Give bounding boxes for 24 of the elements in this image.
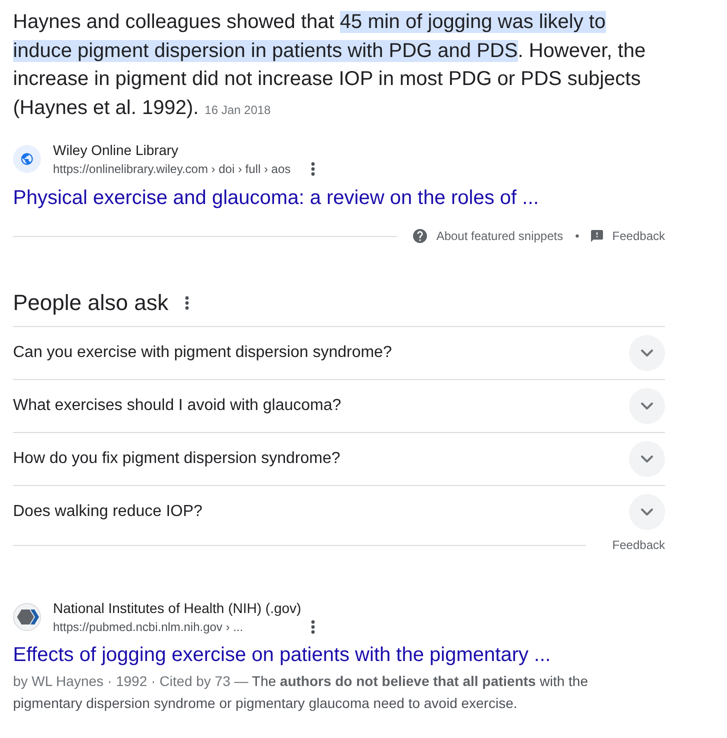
more-options-icon	[311, 620, 315, 634]
more-options-icon	[311, 162, 315, 176]
source-url: https://onlinelibrary.wiley.com › doi › full › aos	[53, 161, 292, 178]
question-row[interactable]: What exercises should I avoid with glaucoma?	[13, 379, 665, 432]
result-snippet: by WL Haynes · 1992 · Cited by 73 — The authors do not believe that all patients with the pigmentary dispersion syndrome or pigmentary glaucoma need to avoid exercise.	[13, 672, 589, 713]
globe-icon	[13, 145, 41, 173]
question-row[interactable]: Does walking reduce IOP?	[13, 485, 665, 538]
help-icon	[413, 229, 428, 243]
about-snippets-button[interactable]: About featured snippets	[413, 229, 564, 243]
source-name: National Institutes of Health (NIH) (.gov)	[53, 599, 302, 618]
source-name: Wiley Online Library	[53, 141, 180, 160]
hexagon-chevron-logo-icon	[13, 603, 41, 631]
result-title-link[interactable]: Effects of jogging exercise on patients with the pigmentary ...	[13, 642, 665, 668]
bullet-separator: •	[575, 229, 580, 243]
question-row[interactable]: Can you exercise with pigment dispersion syndrome?	[13, 326, 665, 379]
question-row[interactable]: How do you fix pigment dispersion syndrome?	[13, 432, 665, 485]
feedback-icon	[591, 230, 604, 242]
result-title-link[interactable]: Physical exercise and glaucoma: a review on the roles of ...	[13, 185, 665, 211]
feedback-button[interactable]: Feedback	[612, 538, 665, 552]
snippet-paragraph: Haynes and colleagues showed that 45 min of jogging was likely to induce pigment dispersion in patients with PDG and PDS. However, the increase in pigment did not increase IOP in most PDG or PDS subjects (Haynes et al. 1992). 16 Jan 2018	[13, 10, 647, 120]
source-url: https://pubmed.ncbi.nlm.nih.gov › ...	[53, 619, 244, 636]
feedback-button[interactable]: Feedback	[591, 229, 665, 243]
more-options-icon	[185, 296, 190, 310]
section-heading: People also ask	[13, 289, 168, 317]
